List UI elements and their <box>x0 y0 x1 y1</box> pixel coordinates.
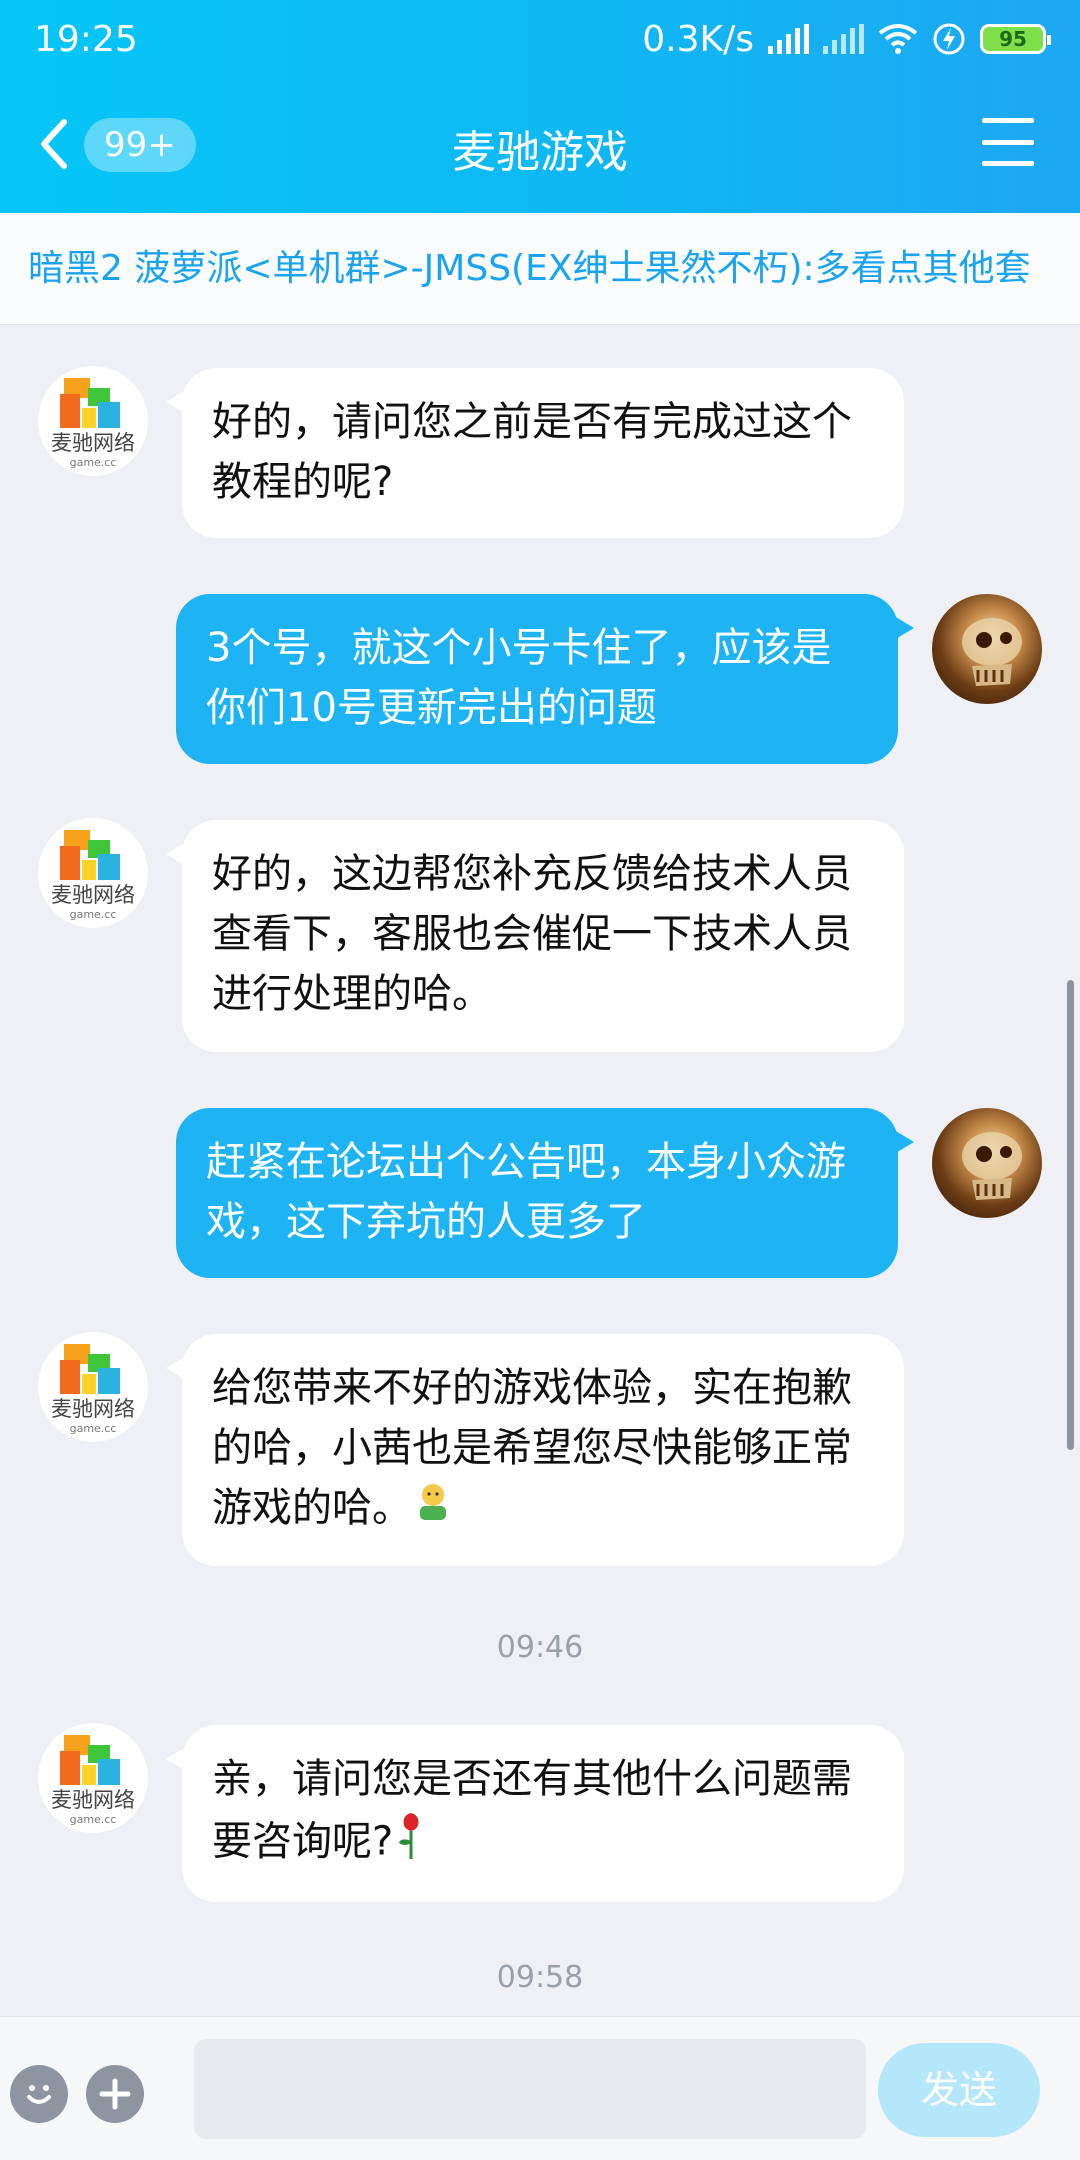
svg-text:麦驰网络: 麦驰网络 <box>51 1397 135 1421</box>
company-logo-icon: 麦驰网络game.cc <box>51 1344 135 1435</box>
svg-text:game.cc: game.cc <box>70 908 117 921</box>
charging-icon <box>933 23 965 55</box>
battery-icon: 95 <box>980 24 1051 54</box>
message-timestamp: 09:58 <box>496 1960 584 1995</box>
skull-avatar-icon <box>962 618 1022 686</box>
plus-button[interactable] <box>86 2065 144 2123</box>
bot-avatar[interactable]: 麦驰网络 game.cc <box>38 818 148 928</box>
nav-bar: 99+ 麦驰游戏 <box>0 78 1080 213</box>
message-timestamp: 09:46 <box>496 1630 584 1665</box>
menu-line <box>982 161 1034 166</box>
hamburger-menu-icon <box>982 118 1034 123</box>
signal-2-icon <box>823 24 864 54</box>
svg-text:麦驰网络: 麦驰网络 <box>51 431 135 455</box>
menu-line <box>982 139 1034 145</box>
company-logo-icon: 麦驰网络game.cc <box>51 830 135 921</box>
user-message-bubble[interactable]: 赶紧在论坛出个公告吧，本身小众游戏，这下弃坑的人更多了 <box>176 1108 914 1278</box>
message-input[interactable] <box>194 2039 866 2139</box>
emoji-button[interactable] <box>10 2065 68 2123</box>
svg-text:game.cc: game.cc <box>70 1422 117 1435</box>
bot-message-bubble[interactable]: 好的，请问您之前是否有完成过这个教程的呢? <box>166 368 904 538</box>
bot-avatar[interactable]: 麦驰网络 game.cc <box>38 1332 148 1442</box>
svg-text:game.cc: game.cc <box>70 456 117 469</box>
user-message-bubble[interactable]: 3个号，就这个小号卡住了，应该是你们10号更新完出的问题 <box>176 594 914 764</box>
header: 19:25 0.3K/s 95 99+ 麦驰游戏 <box>0 0 1080 213</box>
bot-message-bubble[interactable]: 好的，这边帮您补充反馈给技术人员查看下，客服也会催促一下技术人员进行处理的哈。 <box>166 820 904 1052</box>
status-time: 19:25 <box>34 18 138 60</box>
plus-icon <box>99 2078 131 2110</box>
input-bar: 发送 <box>0 2016 1080 2160</box>
svg-text:麦驰网络: 麦驰网络 <box>51 1788 135 1812</box>
bot-avatar[interactable]: 麦驰网络 game.cc <box>38 1723 148 1833</box>
send-button[interactable]: 发送 <box>878 2043 1040 2137</box>
user-avatar[interactable] <box>932 594 1042 704</box>
smiley-icon <box>27 2085 51 2104</box>
company-logo-icon: 麦驰网络game.cc <box>51 1735 135 1826</box>
menu-button[interactable] <box>982 118 1034 166</box>
rose-emoji-icon <box>393 1809 429 1878</box>
scrollbar[interactable] <box>1067 980 1074 1450</box>
group-notice[interactable]: 暗黑2 菠萝派<单机群>-JMSS(EX绅士果然不朽):多看点其他套 <box>0 213 1080 325</box>
svg-text:game.cc: game.cc <box>70 1813 117 1826</box>
skull-avatar-icon <box>962 1132 1022 1200</box>
svg-text:麦驰网络: 麦驰网络 <box>51 883 135 907</box>
status-right: 0.3K/s 95 <box>642 18 1051 60</box>
company-logo-icon: 麦驰网络game.cc <box>51 378 135 469</box>
bot-avatar[interactable]: 麦驰网络 game.cc <box>38 366 148 476</box>
bot-message-bubble[interactable]: 亲，请问您是否还有其他什么问题需要咨询呢? <box>166 1725 904 1902</box>
person-emoji-icon <box>412 1480 454 1540</box>
bot-message-bubble[interactable]: 给您带来不好的游戏体验，实在抱歉的哈，小茜也是希望您尽快能够正常游戏的哈。 <box>166 1334 904 1566</box>
net-speed: 0.3K/s <box>642 18 754 60</box>
user-avatar[interactable] <box>932 1108 1042 1218</box>
wifi-icon <box>878 24 918 54</box>
status-bar: 19:25 0.3K/s 95 <box>0 0 1080 78</box>
page-title: 麦驰游戏 <box>452 127 628 178</box>
signal-icon <box>768 24 809 54</box>
